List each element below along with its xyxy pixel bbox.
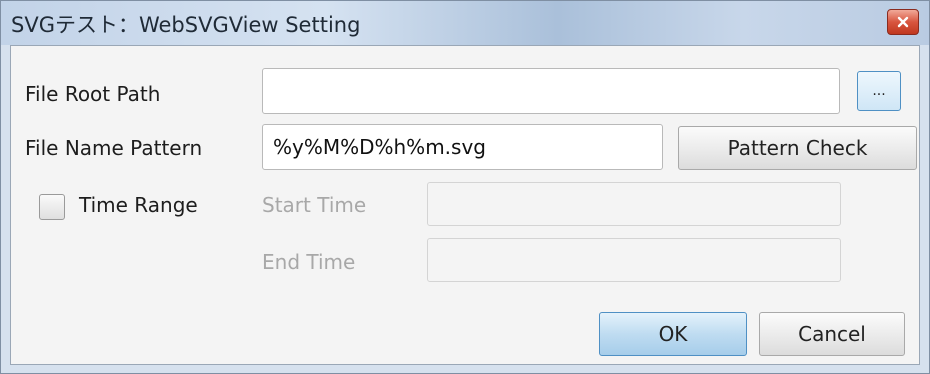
end-time-input[interactable]: [427, 238, 841, 282]
name-pattern-input[interactable]: %y%M%D%h%m.svg: [262, 124, 663, 170]
cancel-button[interactable]: Cancel: [759, 312, 905, 356]
browse-button[interactable]: ...: [857, 71, 901, 111]
name-pattern-label: File Name Pattern: [25, 136, 203, 160]
ok-button[interactable]: OK: [599, 312, 747, 356]
ok-button-label: OK: [658, 322, 688, 346]
root-path-input[interactable]: [262, 68, 840, 114]
settings-dialog: SVGテスト：WebSVGView Setting File Root Path…: [0, 0, 930, 374]
cancel-button-label: Cancel: [798, 322, 866, 346]
pattern-check-label: Pattern Check: [727, 136, 868, 160]
dialog-content: File Root Path ... File Name Pattern %y%…: [10, 45, 920, 365]
time-range-checkbox[interactable]: [39, 194, 65, 220]
root-path-label: File Root Path: [25, 82, 161, 106]
pattern-check-button[interactable]: Pattern Check: [678, 126, 917, 170]
title-bar[interactable]: SVGテスト：WebSVGView Setting: [1, 1, 929, 45]
close-button[interactable]: [887, 9, 919, 35]
browse-button-label: ...: [872, 83, 886, 99]
time-range-label: Time Range: [79, 193, 198, 217]
end-time-label: End Time: [262, 250, 356, 274]
start-time-label: Start Time: [262, 193, 367, 217]
close-icon: [897, 16, 909, 28]
window-title: SVGテスト：WebSVGView Setting: [11, 13, 361, 37]
start-time-input[interactable]: [427, 182, 841, 226]
